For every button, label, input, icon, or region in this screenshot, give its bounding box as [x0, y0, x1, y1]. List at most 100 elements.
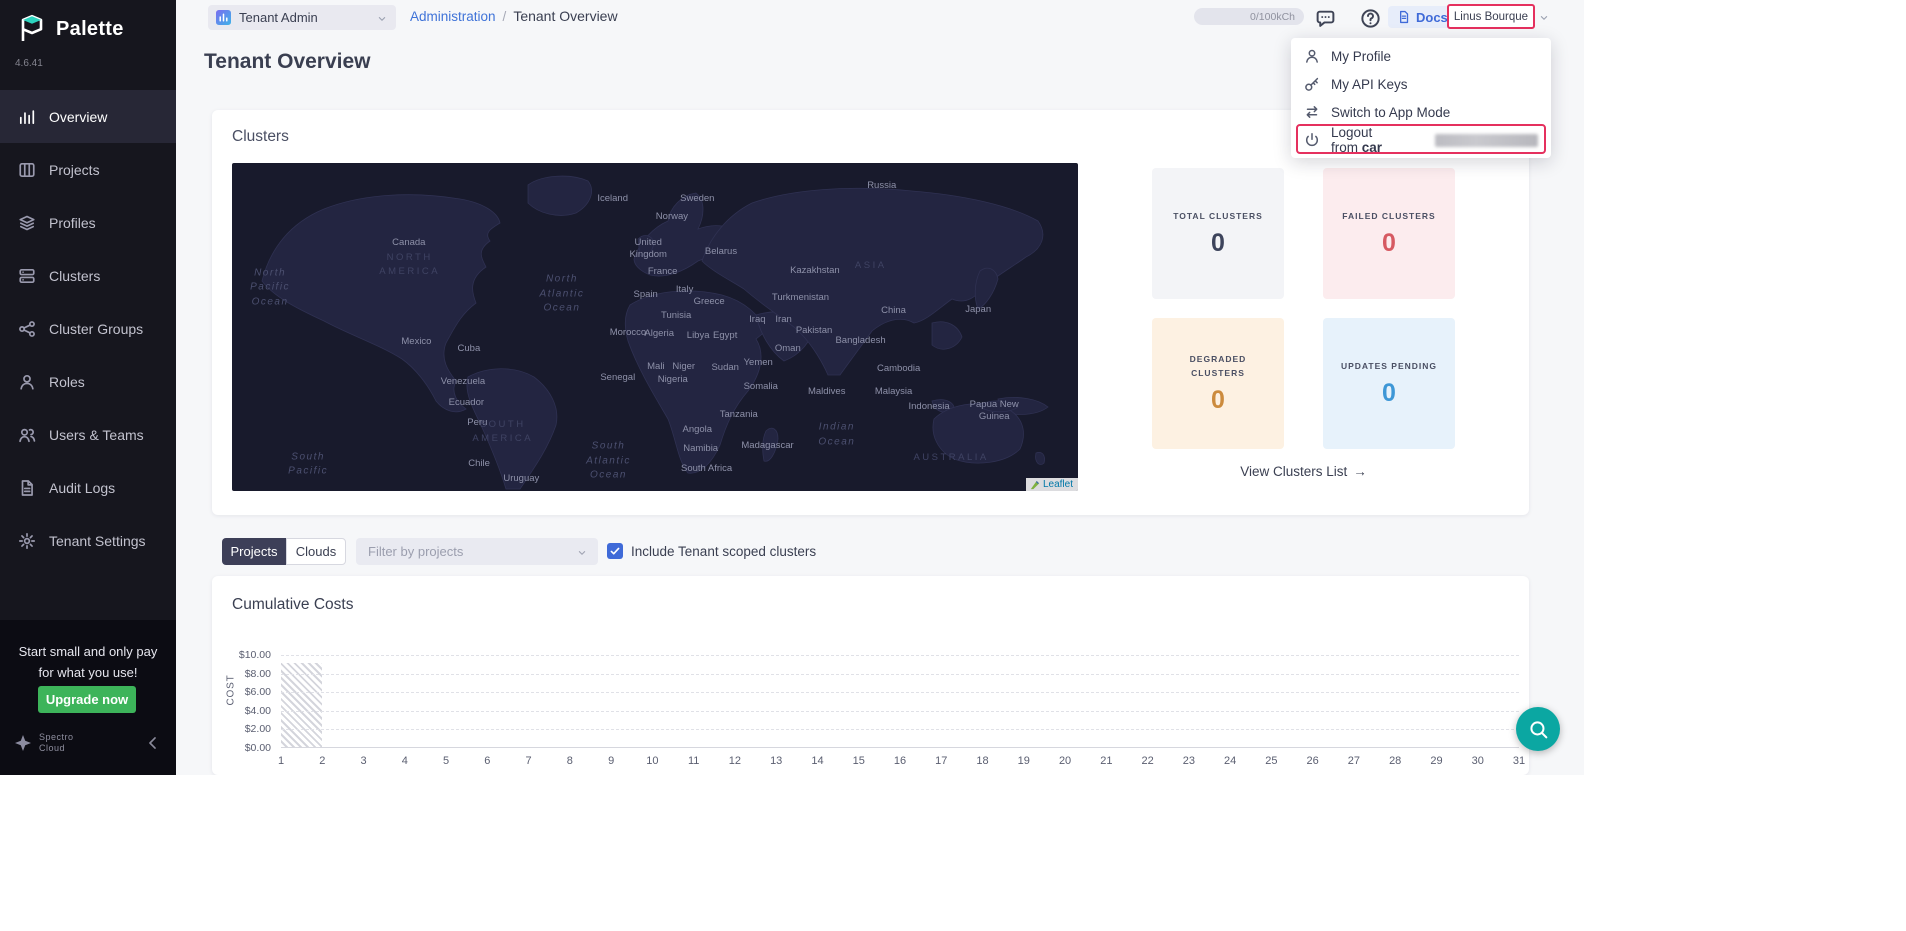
- palette-logo-icon: [14, 12, 48, 46]
- usage-quota-pill: 0/100kCh: [1194, 8, 1304, 25]
- settings-icon: [18, 532, 36, 550]
- spectro-line1: Spectro: [39, 732, 74, 742]
- x-tick-label: 24: [1224, 755, 1236, 767]
- sidebar: Palette 4.6.41 OverviewProjectsProfilesC…: [0, 0, 176, 775]
- tab-clouds[interactable]: Clouds: [286, 538, 346, 565]
- sidebar-item-clusters[interactable]: Clusters: [0, 249, 176, 302]
- sidebar-item-projects[interactable]: Projects: [0, 143, 176, 196]
- scope-select-value: Tenant Admin: [239, 10, 368, 25]
- sidebar-item-tenant-settings[interactable]: Tenant Settings: [0, 514, 176, 567]
- sidebar-item-label: Profiles: [49, 215, 96, 231]
- promo-text: Start small and only pay for what you us…: [8, 642, 168, 684]
- spectro-line2: Cloud: [39, 743, 65, 753]
- page-title: Tenant Overview: [204, 50, 371, 74]
- clusters-world-map[interactable]: IcelandSwedenNorwayRussiaCanadaUnited Ki…: [232, 163, 1078, 491]
- map-attribution: Leaflet: [1026, 478, 1078, 491]
- scope-select[interactable]: Tenant Admin: [208, 5, 396, 30]
- switch-mode-icon: [1304, 104, 1320, 120]
- tenant-scoped-checkbox[interactable]: [607, 543, 623, 559]
- breadcrumb-current: Tenant Overview: [513, 8, 617, 24]
- map-country-label: Russia: [867, 180, 896, 192]
- map-country-label: Tanzania: [720, 409, 758, 421]
- x-tick-label: 27: [1348, 755, 1360, 767]
- sidebar-item-label: Roles: [49, 374, 85, 390]
- sidebar-item-label: Cluster Groups: [49, 321, 143, 337]
- menu-item-switch-to-app-mode[interactable]: Switch to App Mode: [1291, 98, 1551, 126]
- user-chevron-down-icon[interactable]: [1538, 11, 1550, 23]
- clusters-icon: [18, 267, 36, 285]
- sidebar-item-cluster-groups[interactable]: Cluster Groups: [0, 302, 176, 355]
- sidebar-item-audit-logs[interactable]: Audit Logs: [0, 461, 176, 514]
- x-tick-label: 11: [688, 755, 699, 767]
- map-country-label: Chile: [468, 458, 490, 470]
- map-country-label: Bangladesh: [835, 335, 885, 347]
- chat-icon[interactable]: [1315, 8, 1336, 29]
- cluster-groups-icon: [18, 320, 36, 338]
- upgrade-now-button[interactable]: Upgrade now: [38, 686, 136, 713]
- x-tick-label: 31: [1513, 755, 1525, 767]
- map-region-label: South Pacific: [288, 450, 328, 479]
- breadcrumb-administration-link[interactable]: Administration: [410, 9, 496, 24]
- docs-icon: [1397, 10, 1411, 24]
- stat-value: 0: [1211, 229, 1225, 258]
- x-tick-label: 16: [894, 755, 906, 767]
- map-region-label: North Atlantic Ocean: [540, 272, 585, 316]
- map-region-label: ASIA: [855, 259, 887, 273]
- x-tick-label: 5: [443, 755, 449, 767]
- map-country-label: China: [881, 305, 906, 317]
- filter-placeholder: Filter by projects: [368, 544, 576, 559]
- x-tick-label: 21: [1100, 755, 1112, 767]
- x-tick-label: 6: [484, 755, 490, 767]
- menu-item-logout-from[interactable]: Logout from car: [1291, 126, 1551, 154]
- sidebar-item-roles[interactable]: Roles: [0, 355, 176, 408]
- roles-icon: [18, 373, 36, 391]
- sidebar-item-overview[interactable]: Overview: [0, 90, 176, 143]
- sidebar-item-users-teams[interactable]: Users & Teams: [0, 408, 176, 461]
- sidebar-collapse-icon[interactable]: [144, 734, 162, 752]
- help-icon[interactable]: [1360, 8, 1381, 29]
- x-tick-label: 26: [1307, 755, 1319, 767]
- spectro-cloud-logo-icon: [14, 734, 32, 752]
- clusters-card: Clusters: [212, 110, 1529, 515]
- cost-plot: [281, 655, 1519, 748]
- filter-by-projects-select[interactable]: Filter by projects: [356, 538, 598, 565]
- map-country-label: Algeria: [644, 328, 674, 340]
- map-country-label: Malaysia: [875, 386, 913, 398]
- redacted-text: [1435, 134, 1538, 147]
- map-country-label: Namibia: [683, 443, 718, 455]
- user-menu-button[interactable]: Linus Bourque: [1447, 4, 1535, 29]
- map-country-label: Canada: [392, 237, 425, 249]
- map-country-label: Sweden: [680, 193, 714, 205]
- stat-value: 0: [1211, 386, 1225, 415]
- x-tick-label: 18: [976, 755, 988, 767]
- tab-projects[interactable]: Projects: [222, 538, 286, 565]
- x-tick-label: 9: [608, 755, 614, 767]
- map-country-label: Angola: [683, 424, 713, 436]
- menu-item-my-api-keys[interactable]: My API Keys: [1291, 70, 1551, 98]
- map-country-label: Nigeria: [658, 374, 688, 386]
- x-tick-label: 14: [811, 755, 823, 767]
- app-window: Palette 4.6.41 OverviewProjectsProfilesC…: [0, 0, 1584, 775]
- spectro-cloud-label: Spectro Cloud: [39, 732, 74, 755]
- map-region-label: AUSTRALIA: [913, 451, 988, 465]
- menu-item-my-profile[interactable]: My Profile: [1291, 42, 1551, 70]
- spotlight-search-fab[interactable]: [1516, 707, 1560, 751]
- sidebar-item-profiles[interactable]: Profiles: [0, 196, 176, 249]
- map-country-label: South Africa: [681, 463, 732, 475]
- leaflet-icon: [1030, 480, 1040, 490]
- map-country-label: Iran: [775, 314, 791, 326]
- gridline: [281, 692, 1519, 693]
- arrow-right-icon: →: [1353, 464, 1367, 479]
- view-clusters-list-link[interactable]: View Clusters List→: [1152, 464, 1455, 479]
- map-country-label: Iraq: [749, 314, 765, 326]
- menu-item-label: Switch to App Mode: [1331, 105, 1450, 120]
- map-country-label: Venezuela: [441, 376, 485, 388]
- x-tick-label: 22: [1141, 755, 1153, 767]
- key-icon: [1304, 76, 1320, 92]
- leaflet-link[interactable]: Leaflet: [1043, 479, 1073, 490]
- x-tick-label: 8: [567, 755, 573, 767]
- map-country-label: Uruguay: [503, 473, 539, 485]
- map-country-label: Egypt: [713, 330, 737, 342]
- x-tick-label: 25: [1265, 755, 1277, 767]
- menu-item-label: My API Keys: [1331, 77, 1408, 92]
